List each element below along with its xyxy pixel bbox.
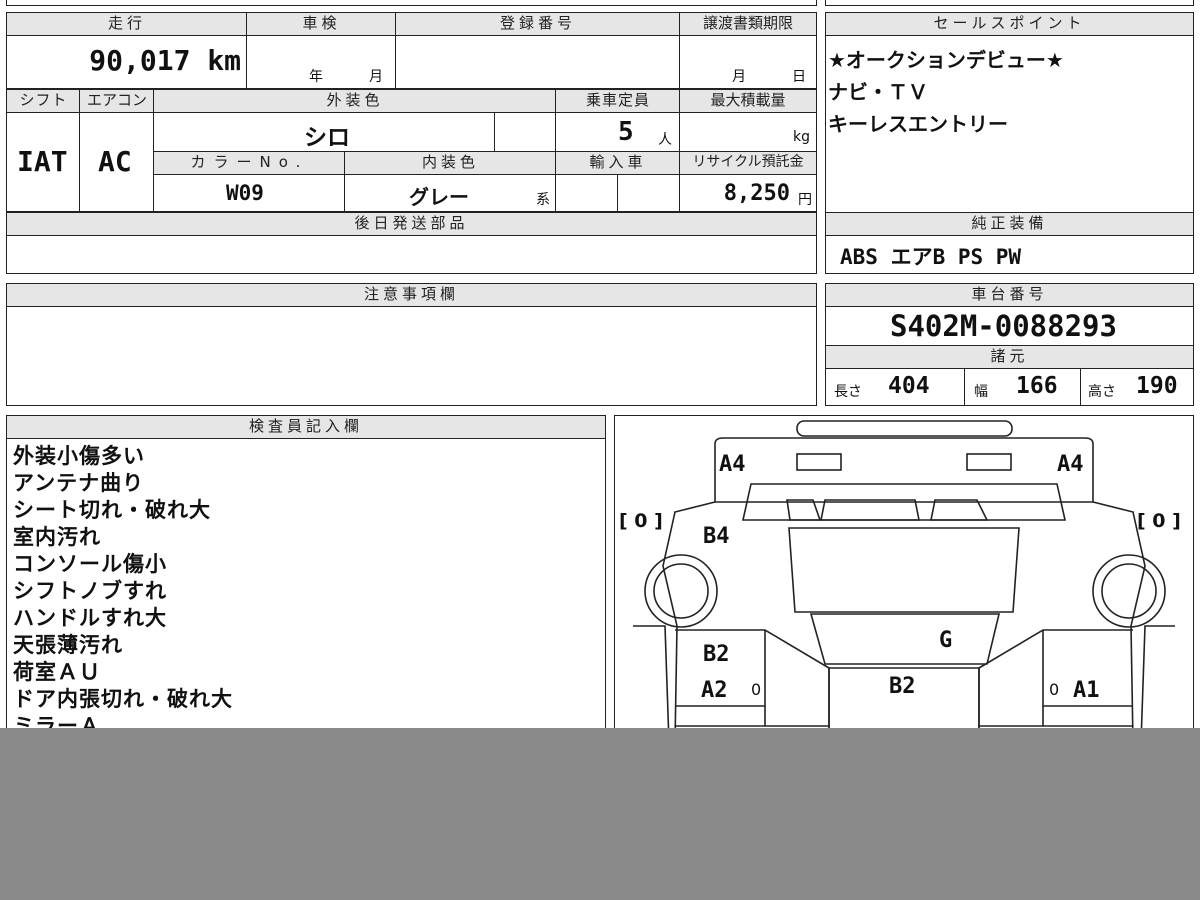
notes-box xyxy=(6,306,817,406)
label-a1: A1 xyxy=(1073,678,1100,703)
imported-header: 輸入車 xyxy=(555,151,681,175)
transfer-deadline-header: 譲渡書類期限 xyxy=(679,12,817,36)
label-b2-center: B2 xyxy=(889,674,916,699)
max-load-cell: kg xyxy=(679,112,817,152)
specs-header: 諸元 xyxy=(825,345,1194,369)
interior-color-header: 内装色 xyxy=(344,151,557,175)
inspection-year-unit: 年 xyxy=(309,69,323,85)
label-a4-right: A4 xyxy=(1057,452,1084,477)
label-a2: A2 xyxy=(701,678,728,703)
width-label: 幅 xyxy=(974,384,988,400)
damage-diagram-box: A4 A4 [ 0 ] [ 0 ] B4 B2 A2 0 G B2 0 A1 xyxy=(614,415,1194,745)
inspector-remarks-box: 外装小傷多い アンテナ曲り シート切れ・破れ大 室内汚れ コンソール傷小 シフト… xyxy=(6,438,606,758)
genuine-equipment-box: ABS エアB PS PW xyxy=(825,235,1194,274)
vehicle-info-grid: 走行 車検 登録番号 譲渡書類期限 90,017 km 年 月 月 日 シフト … xyxy=(0,0,820,280)
exterior-color-extra-cell xyxy=(494,112,557,152)
inspector-header: 検査員記入欄 xyxy=(6,415,606,439)
remark-item: シフトノブすれ xyxy=(13,579,167,603)
length-label: 長さ xyxy=(834,384,862,400)
sales-point-item: キーレスエントリー xyxy=(828,112,1008,136)
color-no-header: カラーNo. xyxy=(153,151,346,175)
aircon-header: エアコン xyxy=(79,89,155,113)
aircon-value: AC xyxy=(98,145,132,178)
mileage-cell: 90,017 km xyxy=(6,35,248,89)
remark-item: 天張薄汚れ xyxy=(13,633,123,657)
capacity-cell: 5 人 xyxy=(555,112,681,152)
chassis-number: S402M-0088293 xyxy=(890,309,1117,343)
inspection-month-unit: 月 xyxy=(369,69,383,85)
registration-cell xyxy=(395,35,681,89)
specs-box: 長さ 404 幅 166 高さ 190 xyxy=(825,368,1194,406)
label-zero-left: 0 xyxy=(751,680,762,699)
remark-item: ドア内張切れ・破れ大 xyxy=(13,687,233,711)
capacity-unit: 人 xyxy=(658,132,672,148)
interior-color-value: グレー xyxy=(409,185,469,209)
chassis-box: S402M-0088293 xyxy=(825,306,1194,346)
exterior-color-cell: シロ xyxy=(153,112,496,152)
mileage-header: 走行 xyxy=(6,12,248,36)
label-a4-left: A4 xyxy=(719,452,746,477)
specs-divider xyxy=(964,369,965,405)
label-zero-right: 0 xyxy=(1049,680,1060,699)
chassis-header: 車台番号 xyxy=(825,283,1194,307)
remark-item: 室内汚れ xyxy=(13,525,101,549)
interior-suffix: 系 xyxy=(536,192,550,208)
sales-point-item: ★オークションデビュー★ xyxy=(828,48,1064,72)
tire-right-value: [ 0 ] xyxy=(1137,510,1181,532)
tire-left-value: [ 0 ] xyxy=(619,510,663,532)
remark-item: 外装小傷多い xyxy=(13,444,145,468)
shift-header: シフト xyxy=(6,89,81,113)
transfer-day-unit: 日 xyxy=(792,69,806,85)
sales-point-item: ナビ・ＴＶ xyxy=(828,80,928,104)
label-b4: B4 xyxy=(703,524,730,549)
genuine-equipment-header: 純正装備 xyxy=(825,212,1194,236)
capacity-value: 5 xyxy=(618,117,634,147)
mileage-value: 90,017 km xyxy=(89,44,241,77)
aircon-cell: AC xyxy=(79,112,155,212)
label-g: G xyxy=(939,628,953,653)
max-load-header: 最大積載量 xyxy=(679,89,817,113)
color-no-value: W09 xyxy=(226,181,264,205)
imported-cell-left xyxy=(555,174,619,212)
recycle-fee-cell: 8,250 円 xyxy=(679,174,817,212)
shift-cell: IAT xyxy=(6,112,81,212)
genuine-equipment-value: ABS エアB PS PW xyxy=(840,245,1022,269)
registration-header: 登録番号 xyxy=(395,12,681,36)
shift-value: IAT xyxy=(17,145,68,178)
recycle-fee-value: 8,250 xyxy=(723,181,790,206)
notes-header: 注意事項欄 xyxy=(6,283,817,307)
sales-points-header: セールスポイント xyxy=(825,12,1194,36)
remark-item: 荷室ＡＵ xyxy=(13,660,101,684)
inspection-cell: 年 月 xyxy=(246,35,397,89)
remark-item: ハンドルすれ大 xyxy=(13,606,167,630)
recycle-unit: 円 xyxy=(798,192,812,208)
height-label: 高さ xyxy=(1088,384,1116,400)
capacity-header: 乗車定員 xyxy=(555,89,681,113)
width-value: 166 xyxy=(1016,373,1058,399)
remark-item: アンテナ曲り xyxy=(13,471,145,495)
remark-item: コンソール傷小 xyxy=(13,552,167,576)
gray-overlay xyxy=(0,728,1200,900)
later-parts-cell xyxy=(6,235,817,274)
transfer-deadline-cell: 月 日 xyxy=(679,35,817,89)
exterior-color-value: シロ xyxy=(304,125,350,151)
remark-item: シート切れ・破れ大 xyxy=(13,498,211,522)
interior-color-cell: グレー 系 xyxy=(344,174,557,212)
top-sliver xyxy=(6,0,817,6)
imported-cell-right xyxy=(617,174,681,212)
sales-points-box: ★オークションデビュー★ ナビ・ＴＶ キーレスエントリー xyxy=(825,35,1194,213)
label-b2-left: B2 xyxy=(703,642,730,667)
exterior-color-header: 外装色 xyxy=(153,89,557,113)
recycle-fee-header: リサイクル預託金 xyxy=(679,151,817,175)
later-parts-header: 後日発送部品 xyxy=(6,212,817,236)
top-right-sliver xyxy=(825,0,1194,6)
specs-divider xyxy=(1080,369,1081,405)
length-value: 404 xyxy=(888,373,930,399)
color-no-cell: W09 xyxy=(153,174,346,212)
height-value: 190 xyxy=(1136,373,1178,399)
max-load-unit: kg xyxy=(793,129,810,145)
inspection-header: 車検 xyxy=(246,12,397,36)
transfer-month-unit: 月 xyxy=(732,69,746,85)
